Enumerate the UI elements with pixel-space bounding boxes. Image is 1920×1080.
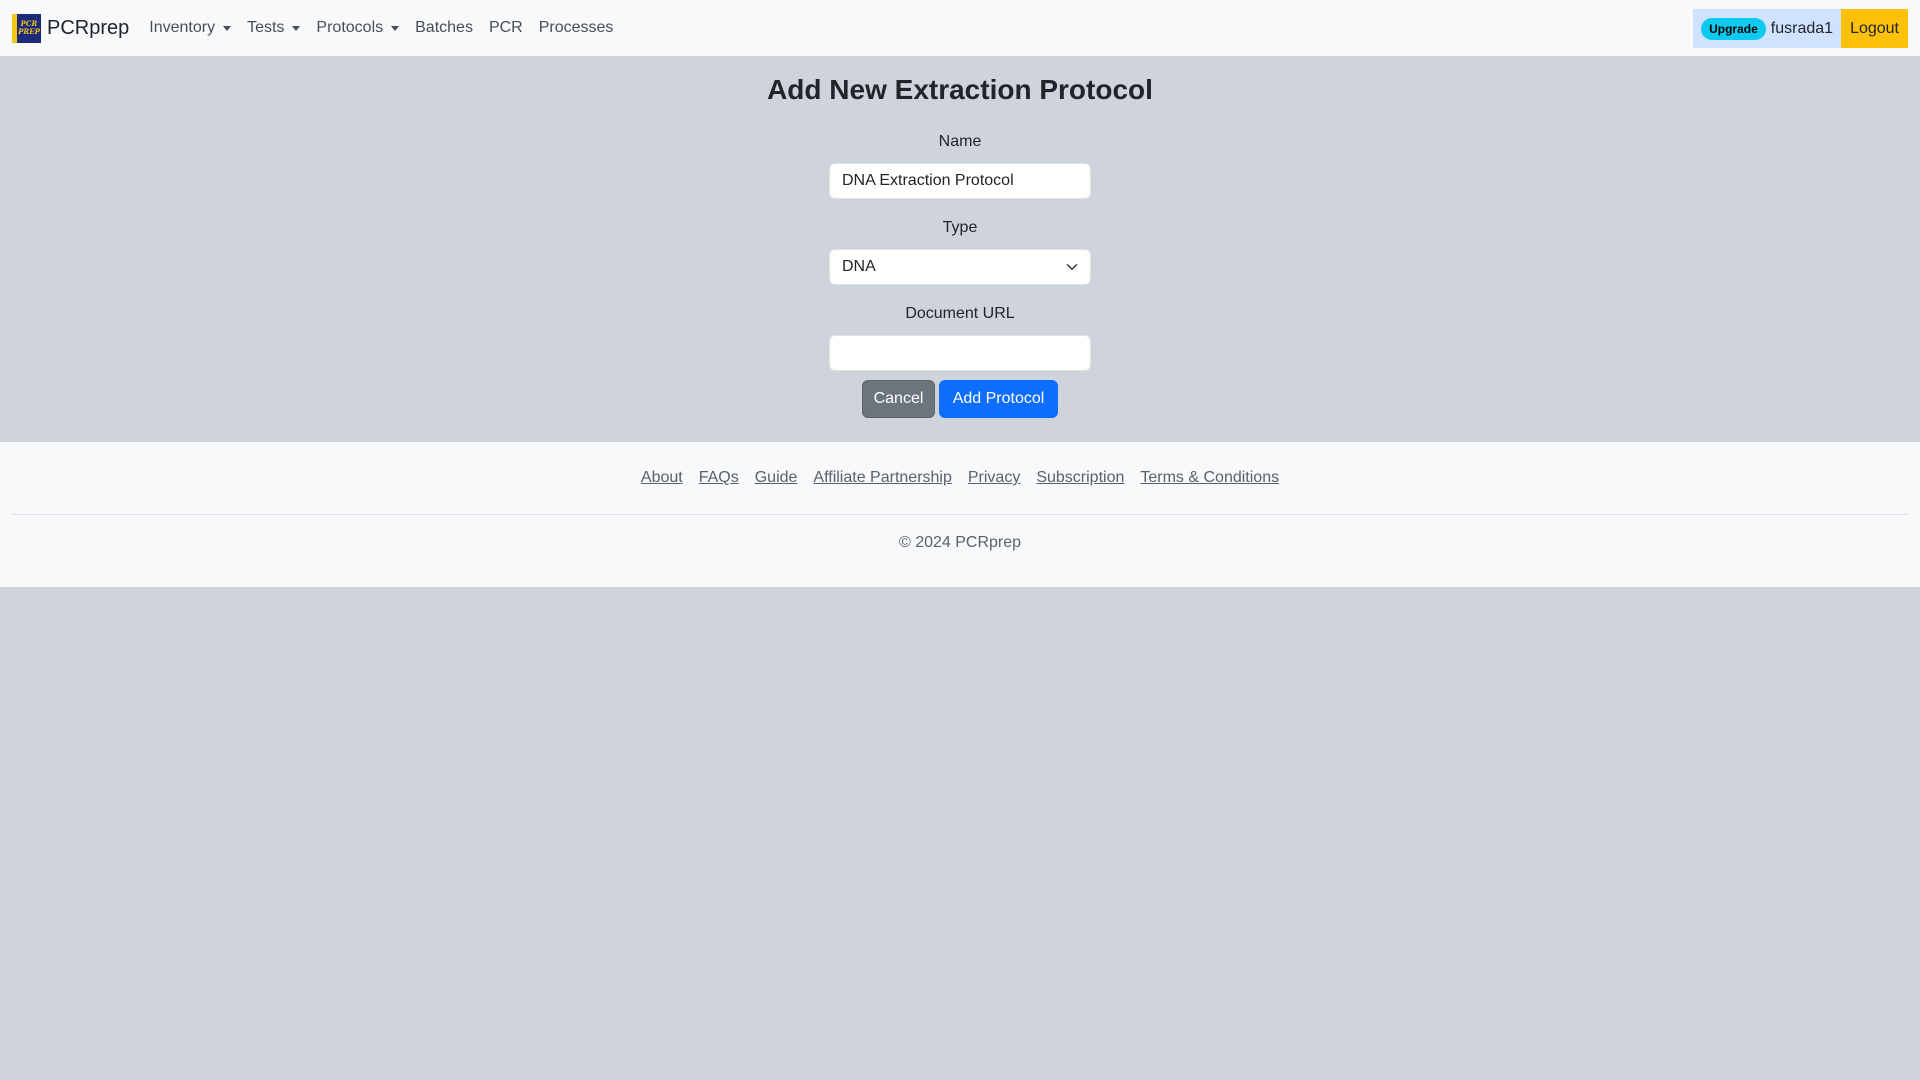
username: fusrada1 [1770, 19, 1834, 37]
user-area: Upgrade fusrada1 Logout [1693, 9, 1908, 48]
nav-item-tests[interactable]: Tests [239, 0, 308, 56]
brand-link[interactable]: PCR PREP PCRprep [12, 13, 130, 43]
footer: About FAQs Guide Affiliate Partnership P… [0, 442, 1920, 587]
nav-item-protocols[interactable]: Protocols [308, 0, 407, 56]
footer-divider [12, 514, 1908, 515]
nav-item-batches[interactable]: Batches [407, 0, 481, 56]
nav-item-processes[interactable]: Processes [531, 0, 622, 56]
navbar: PCR PREP PCRprep Inventory Tests Protoco… [0, 0, 1920, 56]
logout-button[interactable]: Logout [1841, 9, 1908, 48]
caret-down-icon [391, 25, 400, 31]
nav-item-label: Processes [538, 19, 614, 36]
footer-link-affiliate[interactable]: Affiliate Partnership [813, 469, 951, 487]
nav-item-inventory[interactable]: Inventory [141, 0, 239, 56]
main-nav: Inventory Tests Protocols Batches PCR Pr… [141, 0, 621, 56]
name-input-value: DNA Extraction Protocol [842, 172, 1014, 189]
nav-item-label: PCR [488, 19, 523, 36]
document-url-label: Document URL [905, 305, 1015, 322]
nav-item-pcr[interactable]: PCR [481, 0, 531, 56]
document-url-input[interactable] [829, 335, 1091, 371]
footer-link-terms[interactable]: Terms & Conditions [1140, 469, 1279, 487]
copyright-text: © 2024 PCRprep [898, 534, 1022, 551]
nav-item-label: Batches [415, 19, 473, 36]
footer-link-about[interactable]: About [641, 469, 683, 487]
add-protocol-button[interactable]: Add Protocol [939, 380, 1058, 418]
nav-item-label: Inventory [149, 19, 216, 36]
caret-down-icon [223, 25, 232, 31]
footer-link-faqs[interactable]: FAQs [699, 469, 739, 487]
nav-item-label: Tests [247, 19, 285, 36]
footer-link-guide[interactable]: Guide [755, 469, 798, 487]
caret-down-icon [292, 25, 301, 31]
chevron-down-icon [1066, 264, 1078, 270]
footer-link-privacy[interactable]: Privacy [968, 469, 1020, 487]
logo-text-bottom: PREP [18, 27, 40, 36]
main-content: Add New Extraction Protocol Name DNA Ext… [0, 56, 1920, 442]
pcrprep-logo-icon: PCR PREP [12, 13, 41, 43]
name-label: Name [938, 133, 982, 150]
footer-links: About FAQs Guide Affiliate Partnership P… [0, 469, 1920, 487]
cancel-button[interactable]: Cancel [862, 380, 935, 418]
type-select[interactable]: DNA [829, 249, 1091, 285]
footer-link-subscription[interactable]: Subscription [1036, 469, 1124, 487]
type-select-value: DNA [842, 258, 876, 275]
type-label: Type [942, 219, 978, 236]
nav-item-label: Protocols [316, 19, 384, 36]
name-input[interactable]: DNA Extraction Protocol [829, 163, 1091, 199]
user-box[interactable]: Upgrade fusrada1 [1693, 9, 1842, 48]
upgrade-badge[interactable]: Upgrade [1701, 17, 1766, 40]
brand-name: PCRprep [47, 16, 130, 39]
page-title: Add New Extraction Protocol [767, 74, 1153, 105]
